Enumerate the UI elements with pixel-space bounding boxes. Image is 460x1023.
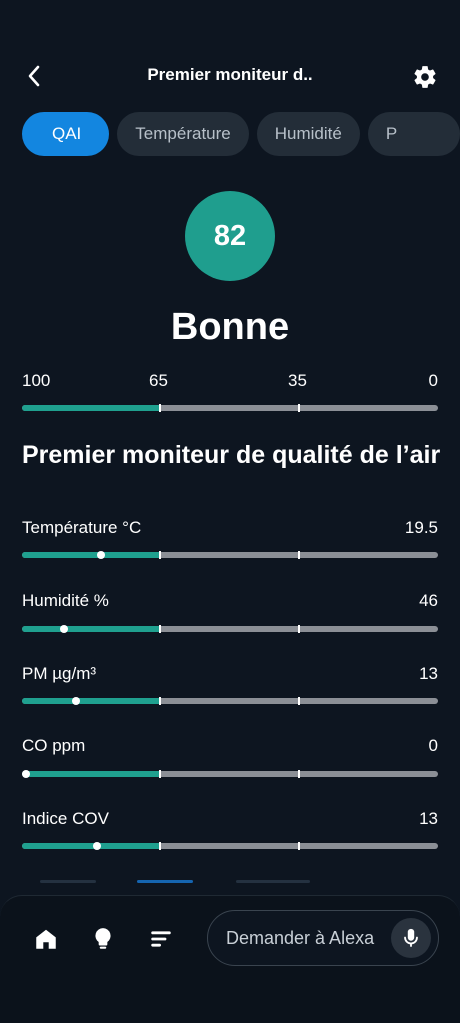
metric-voc-bar [22, 842, 438, 850]
metric-bar-divider [298, 770, 300, 778]
metric-label: Température °C [22, 518, 142, 537]
metric-bar-fill [22, 626, 159, 632]
metric-bar-divider [159, 842, 161, 850]
metric-bar-divider [298, 842, 300, 850]
metric-value: 46 [419, 591, 438, 610]
metric-bar-fill [22, 843, 159, 849]
metric-bar-divider [298, 625, 300, 633]
metric-bar-divider [298, 551, 300, 559]
settings-button[interactable] [408, 60, 442, 94]
tab-temperature[interactable]: Température [117, 112, 249, 156]
metric-bar-divider [159, 697, 161, 705]
lightbulb-icon [95, 928, 111, 949]
nav-home[interactable] [31, 924, 61, 954]
metric-humidity-bar [22, 625, 438, 633]
metric-pm-bar [22, 697, 438, 705]
microphone-icon [404, 928, 418, 947]
ask-alexa-field[interactable]: Demander à Alexa [207, 910, 439, 966]
metric-level-marker [97, 551, 106, 559]
metric-pm[interactable]: PM µg/m³ 13 [22, 664, 438, 686]
metric-tabs: QAI Température Humidité P [22, 112, 460, 158]
metric-level-marker [92, 842, 101, 850]
metric-label: CO ppm [22, 736, 86, 755]
page-indicator-dot [236, 880, 310, 883]
page-indicator-dot [40, 880, 96, 883]
air-quality-score: 82 [185, 191, 275, 281]
metric-bar-fill [22, 771, 159, 777]
tab-qai[interactable]: QAI [22, 112, 110, 156]
gear-icon [414, 66, 436, 88]
metric-level-marker [59, 625, 68, 633]
aqi-scale-divider [159, 404, 161, 412]
metric-level-marker [22, 770, 30, 778]
metric-value: 13 [419, 809, 438, 828]
header: Premier moniteur d.. [0, 50, 460, 102]
tab-pm[interactable]: P [367, 112, 460, 156]
metric-value: 13 [419, 664, 438, 683]
metric-co-bar [22, 770, 438, 778]
aqi-scale-bar [22, 404, 438, 412]
metric-bar-fill [22, 698, 159, 704]
metric-label: Humidité % [22, 591, 109, 610]
tab-humidity[interactable]: Humidité [256, 112, 360, 156]
home-icon [36, 929, 56, 949]
metric-label: PM µg/m³ [22, 664, 97, 683]
metric-value: 19.5 [404, 518, 438, 537]
metric-bar-divider [298, 697, 300, 705]
page-title: Premier moniteur d.. [147, 65, 313, 84]
ask-alexa-placeholder: Demander à Alexa [226, 928, 375, 948]
metric-bar-divider [159, 625, 161, 633]
bottom-nav: Demander à Alexa [0, 895, 460, 1023]
nav-activity[interactable] [146, 924, 176, 954]
metric-label: Indice COV [22, 809, 109, 828]
page-indicator-dot-active [137, 880, 193, 883]
aqi-scale-fill [22, 405, 159, 411]
microphone-button[interactable] [391, 918, 431, 958]
metric-value: 0 [428, 736, 438, 755]
menu-lines-icon [151, 931, 171, 947]
air-quality-status: Bonne [170, 306, 290, 348]
aqi-scale-divider [298, 404, 300, 412]
section-title: Premier moniteur de qualité de l’air [22, 441, 441, 469]
page-indicator [0, 880, 460, 886]
metric-bar-divider [159, 770, 161, 778]
metric-humidity[interactable]: Humidité % 46 [22, 591, 438, 613]
metric-co[interactable]: CO ppm 0 [22, 736, 438, 758]
scale-label-max: 100 [22, 371, 51, 390]
scale-labels: 100 65 35 0 [22, 371, 438, 391]
scale-label-35: 35 [288, 371, 307, 390]
metric-bar-divider [159, 551, 161, 559]
scale-label-65: 65 [149, 371, 168, 390]
scale-label-min: 0 [428, 371, 438, 390]
metric-temperature[interactable]: Température °C 19.5 [22, 518, 438, 540]
metric-voc[interactable]: Indice COV 13 [22, 809, 438, 831]
metric-temperature-bar [22, 551, 438, 559]
metric-bar-fill [22, 552, 159, 558]
nav-devices[interactable] [88, 924, 118, 954]
